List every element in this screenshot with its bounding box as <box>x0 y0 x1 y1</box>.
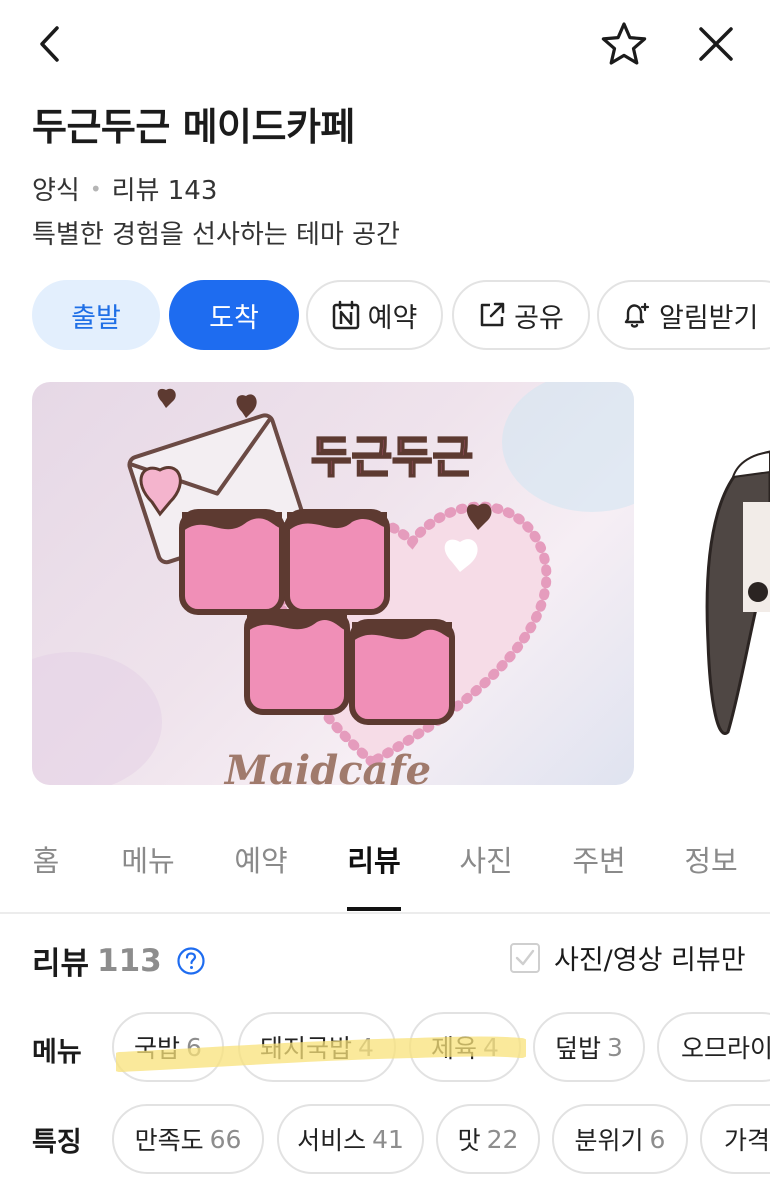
reserve-label: 예약 <box>367 302 418 334</box>
chip-name: 제육 <box>431 1034 478 1063</box>
tab-review[interactable]: 리뷰 <box>347 838 400 880</box>
feature-chip[interactable]: 맛 22 <box>436 1104 540 1174</box>
chip-count: 66 <box>209 1124 242 1154</box>
help-icon[interactable] <box>176 946 206 976</box>
feature-chip[interactable]: 서비스 41 <box>277 1104 424 1174</box>
menu-chip-row: 국밥 6 돼지국밥 4 제육 4 덮밥 3 오므라이 <box>112 1012 770 1086</box>
maid-character-image <box>705 450 770 736</box>
share-label: 공유 <box>514 302 564 334</box>
bell-plus-icon <box>624 302 650 328</box>
menu-chip[interactable]: 국밥 6 <box>112 1012 224 1082</box>
chip-count: 3 <box>607 1032 623 1062</box>
chip-count: 22 <box>486 1124 519 1154</box>
reserve-button[interactable]: 예약 <box>306 280 443 350</box>
menu-chip[interactable]: 덮밥 3 <box>533 1012 645 1082</box>
maidcafe-logo-image: 두근두근 Maidcafe <box>32 382 634 785</box>
chip-count: 41 <box>372 1124 404 1154</box>
alarm-label: 알림받기 <box>659 302 759 334</box>
close-button[interactable] <box>690 18 742 70</box>
place-category: 양식 <box>32 176 80 206</box>
chip-name: 오므라이 <box>681 1034 770 1063</box>
tab-nearby[interactable]: 주변 <box>572 838 625 880</box>
arrive-label: 도착 <box>209 302 259 334</box>
chip-name: 맛 <box>457 1126 481 1155</box>
chip-name: 돼지국밥 <box>260 1034 353 1063</box>
chip-name: 서비스 <box>297 1126 367 1155</box>
active-tab-indicator <box>347 907 401 911</box>
check-icon <box>515 949 535 965</box>
menu-chip[interactable]: 돼지국밥 4 <box>238 1012 396 1082</box>
place-meta: 양식 • 리뷰 143 <box>32 170 217 207</box>
chip-name: 만족도 <box>134 1126 204 1155</box>
depart-label: 출발 <box>71 302 121 334</box>
chip-name: 국밥 <box>134 1034 181 1063</box>
place-title: 두근두근 메이드카페 <box>32 105 355 149</box>
chevron-left-icon <box>40 26 59 62</box>
place-description: 특별한 경험을 선사하는 테마 공간 <box>32 220 400 250</box>
tab-menu[interactable]: 메뉴 <box>121 838 174 880</box>
tab-info[interactable]: 정보 <box>684 838 737 880</box>
chip-name: 가격 <box>724 1126 770 1155</box>
feature-filter-label: 특징 <box>32 1127 82 1158</box>
chip-name: 덮밥 <box>555 1034 602 1063</box>
photo-only-checkbox[interactable] <box>510 942 540 973</box>
tab-bar: 홈 메뉴 예약 리뷰 사진 주변 정보 <box>0 826 770 914</box>
back-button[interactable] <box>24 18 76 70</box>
star-outline-icon <box>601 22 647 65</box>
favorite-button[interactable] <box>598 18 650 70</box>
photo-review-filter[interactable]: 사진/영상 리뷰만 <box>510 938 746 977</box>
feature-chip[interactable]: 만족도 66 <box>112 1104 264 1174</box>
arrive-button[interactable]: 도착 <box>169 280 299 350</box>
menu-filter-label: 메뉴 <box>32 1037 82 1068</box>
tab-reservation[interactable]: 예약 <box>234 838 287 880</box>
photo-only-label: 사진/영상 리뷰만 <box>554 945 746 976</box>
place-photo-secondary[interactable] <box>648 382 770 785</box>
naver-calendar-icon <box>332 300 359 330</box>
review-count-link[interactable]: 리뷰 143 <box>112 170 218 207</box>
chip-count: 6 <box>186 1032 202 1062</box>
share-button[interactable]: 공유 <box>452 280 590 350</box>
logo-top-text: 두근두근 <box>311 432 473 483</box>
chip-count: 6 <box>649 1124 666 1154</box>
share-icon <box>480 302 505 327</box>
menu-chip[interactable]: 오므라이 <box>657 1012 770 1082</box>
feature-chip[interactable]: 분위기 6 <box>552 1104 688 1174</box>
action-buttons: 출발 도착 예약 공유 알림받기 <box>32 280 770 352</box>
chip-count: 4 <box>483 1032 499 1062</box>
separator-dot: • <box>89 176 102 201</box>
review-section-count: 113 <box>97 942 162 979</box>
alarm-button[interactable]: 알림받기 <box>597 280 770 350</box>
menu-chip[interactable]: 제육 4 <box>409 1012 521 1082</box>
feature-chip-row: 만족도 66 서비스 41 맛 22 분위기 6 가격 <box>112 1104 770 1178</box>
tab-photo[interactable]: 사진 <box>459 838 512 880</box>
review-section-title: 리뷰 <box>32 946 90 982</box>
depart-button[interactable]: 출발 <box>32 280 160 350</box>
review-header: 리뷰 113 <box>32 938 206 983</box>
chip-count: 4 <box>358 1032 374 1062</box>
feature-chip[interactable]: 가격 <box>700 1104 770 1174</box>
logo-bottom-text: Maidcafe <box>223 747 431 785</box>
place-photo-main[interactable]: 두근두근 Maidcafe <box>32 382 634 785</box>
chip-name: 분위기 <box>574 1126 644 1155</box>
close-icon <box>699 27 733 61</box>
tab-home[interactable]: 홈 <box>33 838 60 880</box>
top-bar <box>0 0 770 90</box>
